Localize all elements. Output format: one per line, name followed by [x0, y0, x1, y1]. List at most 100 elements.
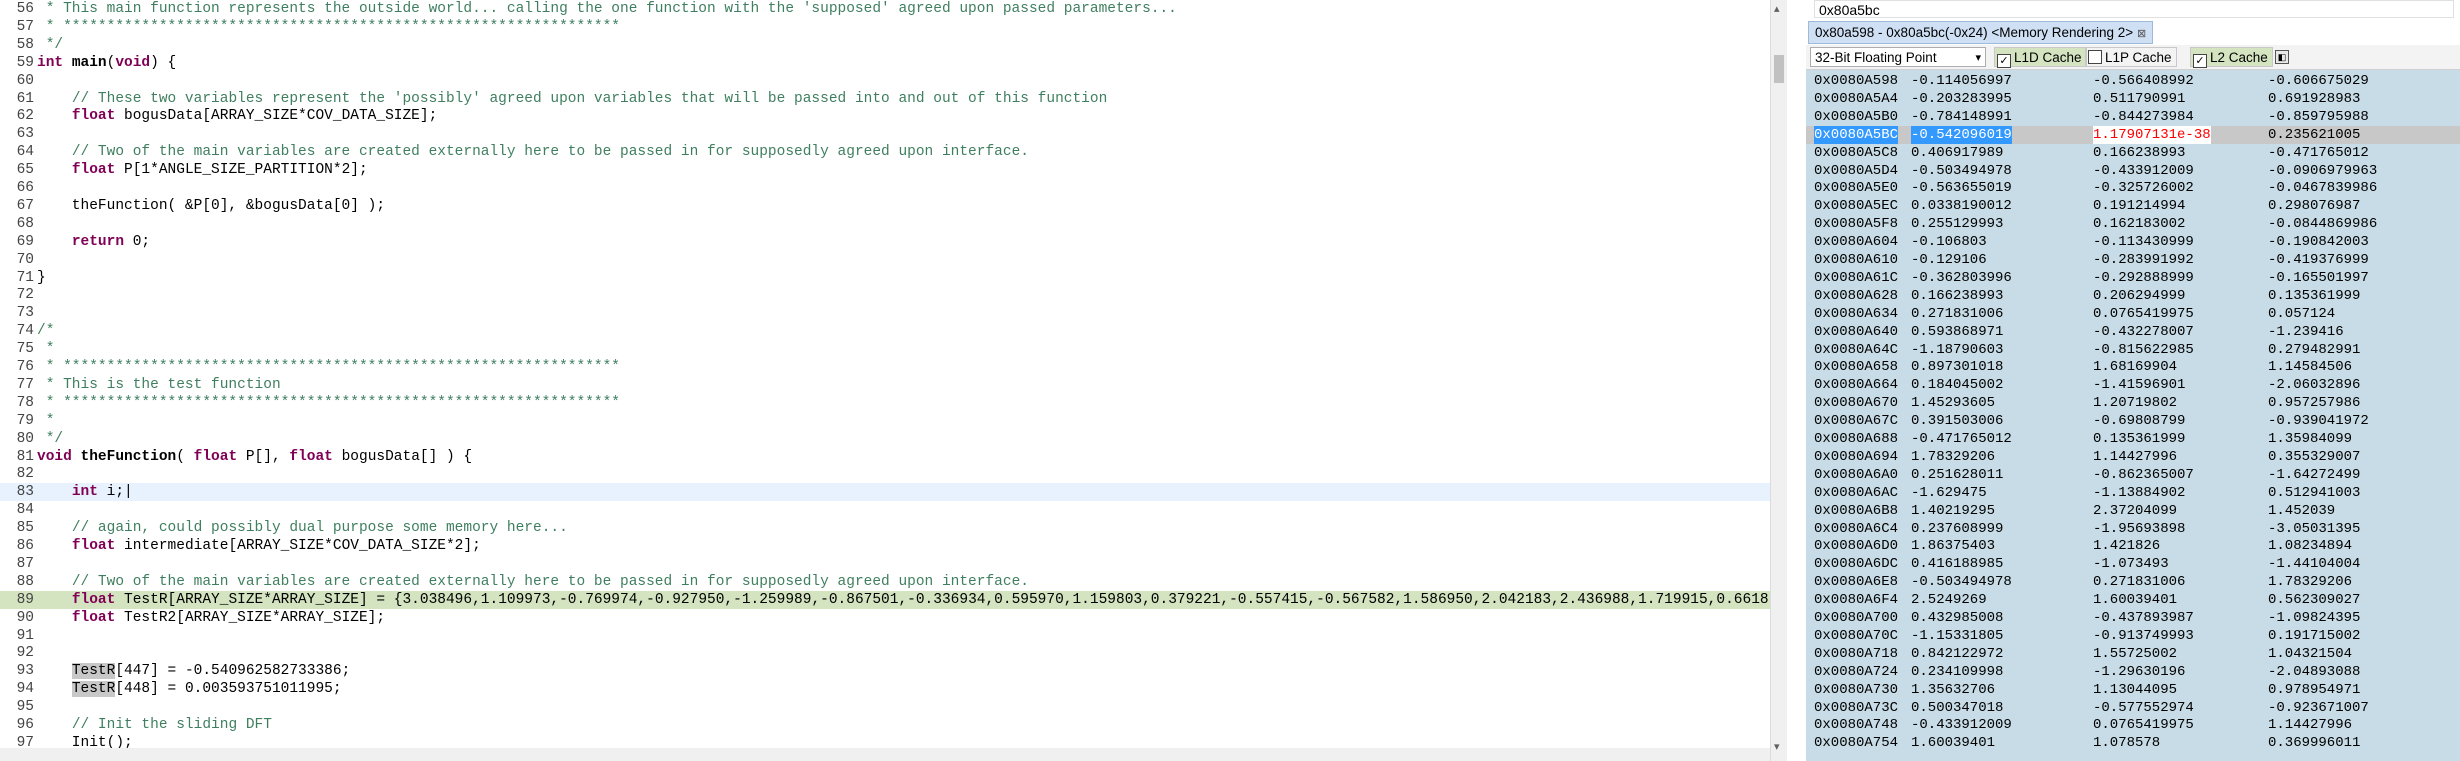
memory-value[interactable]: -3.05031395 [2268, 520, 2360, 538]
memory-value[interactable]: 0.562309027 [2268, 591, 2360, 609]
memory-row[interactable]: 0x0080A694 1.78329206 1.14427996 0.35532900… [1806, 448, 2460, 466]
memory-value[interactable]: -0.923671007 [2268, 699, 2369, 717]
memory-row[interactable]: 0x0080A604 -0.106803 -0.113430999 -0.190842… [1806, 233, 2460, 251]
code-text[interactable]: * **************************************… [37, 18, 620, 36]
memory-value[interactable]: -0.542096019 [1911, 125, 2012, 144]
memory-row[interactable]: 0x0080A5C8 0.406917989 0.166238993 -0.47176… [1806, 144, 2460, 162]
memory-value[interactable]: -1.15331805 [1911, 627, 2003, 645]
memory-row[interactable]: 0x0080A5F8 0.255129993 0.162183002 -0.08448… [1806, 215, 2460, 233]
memory-value[interactable]: 0.406917989 [1911, 144, 2003, 162]
memory-value[interactable]: -0.106803 [1911, 233, 1987, 251]
memory-value[interactable]: 0.251628011 [1911, 466, 2003, 484]
memory-value[interactable]: 1.40219295 [1911, 502, 1995, 520]
code-line[interactable]: 57 * ***********************************… [0, 18, 1770, 36]
memory-value[interactable]: 0.235621005 [2268, 126, 2360, 144]
memory-value[interactable]: -1.239416 [2268, 323, 2344, 341]
memory-value[interactable]: 0.279482991 [2268, 341, 2360, 359]
memory-row[interactable]: 0x0080A610 -0.129106 -0.283991992 -0.419376… [1806, 251, 2460, 269]
code-text[interactable]: float TestR[ARRAY_SIZE*ARRAY_SIZE] = {3.… [37, 591, 1769, 609]
memory-value[interactable]: 0.271831006 [2093, 573, 2185, 591]
memory-value[interactable]: 0.593868971 [1911, 323, 2003, 341]
scroll-down-icon[interactable]: ▾ [1774, 740, 1780, 753]
code-text[interactable]: * **************************************… [37, 394, 620, 412]
memory-row[interactable]: 0x0080A6C4 0.237608999 -1.95693898 -3.05031… [1806, 520, 2460, 538]
memory-value[interactable]: -1.41596901 [2093, 376, 2185, 394]
memory-value[interactable]: -0.815622985 [2093, 341, 2194, 359]
code-line[interactable]: 85 // again, could possibly dual purpose… [0, 519, 1770, 537]
code-text[interactable]: } [37, 269, 46, 287]
memory-value[interactable]: 0.432985008 [1911, 609, 2003, 627]
memory-value[interactable]: -0.862365007 [2093, 466, 2194, 484]
code-line[interactable]: 80 */ [0, 430, 1770, 448]
memory-row[interactable]: 0x0080A6AC -1.629475 -1.13884902 0.51294100… [1806, 484, 2460, 502]
memory-value[interactable]: -1.629475 [1911, 484, 1987, 502]
code-text[interactable]: theFunction( &P[0], &bogusData[0] ); [37, 197, 385, 215]
memory-value[interactable]: 0.191214994 [2093, 197, 2185, 215]
memory-value[interactable]: -0.433912009 [1911, 716, 2012, 734]
memory-value[interactable]: -0.203283995 [1911, 90, 2012, 108]
memory-value[interactable]: -0.913749993 [2093, 627, 2194, 645]
code-text[interactable]: * [37, 412, 55, 430]
memory-value[interactable]: -1.09824395 [2268, 609, 2360, 627]
memory-value[interactable]: -1.18790603 [1911, 341, 2003, 359]
memory-value[interactable]: 0.0765419975 [2093, 305, 2194, 323]
code-line[interactable]: 65 float P[1*ANGLE_SIZE_PARTITION*2]; [0, 161, 1770, 179]
memory-address-input[interactable]: 0x80a5bc [1814, 0, 2454, 18]
memory-row[interactable]: 0x0080A598 -0.114056997 -0.566408992 -0.606… [1806, 72, 2460, 90]
memory-value[interactable]: 0.369996011 [2268, 734, 2360, 752]
memory-value[interactable]: -1.29630196 [2093, 663, 2185, 681]
code-line[interactable]: 87 [0, 555, 1770, 573]
code-text[interactable]: // again, could possibly dual purpose so… [37, 519, 568, 537]
memory-grid[interactable]: 0x0080A598 -0.114056997 -0.566408992 -0.606… [1806, 70, 2460, 761]
code-line[interactable]: 60 [0, 72, 1770, 90]
memory-value[interactable]: 0.162183002 [2093, 215, 2185, 233]
memory-value[interactable]: 1.20719802 [2093, 394, 2177, 412]
memory-value[interactable]: -0.784148991 [1911, 108, 2012, 126]
memory-value[interactable]: 0.978954971 [2268, 681, 2360, 699]
memory-value[interactable]: -0.0906979963 [2268, 162, 2377, 180]
memory-value[interactable]: -2.04893088 [2268, 663, 2360, 681]
code-text[interactable]: * **************************************… [37, 358, 620, 376]
memory-value[interactable]: 0.355329007 [2268, 448, 2360, 466]
memory-value[interactable]: -0.69808799 [2093, 412, 2185, 430]
memory-value[interactable]: 0.0338190012 [1911, 197, 2012, 215]
code-line[interactable]: 67 theFunction( &P[0], &bogusData[0] ); [0, 197, 1770, 215]
memory-value[interactable]: 1.78329206 [2268, 573, 2352, 591]
memory-row[interactable]: 0x0080A61C -0.362803996 -0.292888999 -0.165… [1806, 269, 2460, 287]
code-text[interactable]: float intermediate[ARRAY_SIZE*COV_DATA_S… [37, 537, 481, 555]
memory-value[interactable]: 0.842122972 [1911, 645, 2003, 663]
code-text[interactable]: */ [37, 36, 63, 54]
memory-value[interactable]: -1.64272499 [2268, 466, 2360, 484]
memory-value[interactable]: 1.35632706 [1911, 681, 1995, 699]
memory-value[interactable]: 0.234109998 [1911, 663, 2003, 681]
code-text[interactable]: */ [37, 430, 63, 448]
memory-value[interactable]: -0.114056997 [1911, 72, 2012, 90]
code-editor[interactable]: 56 * This main function represents the o… [0, 0, 1770, 761]
memory-value[interactable]: 0.166238993 [1911, 287, 2003, 305]
code-line[interactable]: 68 [0, 215, 1770, 233]
memory-row[interactable]: 0x0080A5E0 -0.563655019 -0.325726002 -0.046… [1806, 179, 2460, 197]
memory-value[interactable]: -0.325726002 [2093, 179, 2194, 197]
memory-value[interactable]: -0.0467839986 [2268, 179, 2377, 197]
memory-value[interactable]: -0.283991992 [2093, 251, 2194, 269]
code-text[interactable]: // Two of the main variables are created… [37, 143, 1029, 161]
memory-value[interactable]: -0.577552974 [2093, 699, 2194, 717]
memory-value[interactable]: -0.606675029 [2268, 72, 2369, 90]
memory-value[interactable]: 0.057124 [2268, 305, 2335, 323]
memory-value[interactable]: -0.292888999 [2093, 269, 2194, 287]
memory-row[interactable]: 0x0080A6D0 1.86375403 1.421826 1.08234894 [1806, 537, 2460, 555]
memory-value[interactable]: 0.191715002 [2268, 627, 2360, 645]
memory-value[interactable]: 1.421826 [2093, 537, 2160, 555]
code-line[interactable]: 72 [0, 286, 1770, 304]
memory-value[interactable]: 0.271831006 [1911, 305, 2003, 323]
code-text[interactable]: TestR[447] = -0.540962582733386; [37, 662, 350, 680]
memory-value[interactable]: -0.471765012 [1911, 430, 2012, 448]
memory-value[interactable]: -1.073493 [2093, 555, 2169, 573]
code-line[interactable]: 77 * This is the test function [0, 376, 1770, 394]
code-line[interactable]: 81 void theFunction( float P[], float bog… [0, 448, 1770, 466]
memory-value[interactable]: -0.129106 [1911, 251, 1987, 269]
pin-icon[interactable]: ◧ [2275, 50, 2289, 64]
memory-row[interactable]: 0x0080A640 0.593868971 -0.432278007 -1.2394… [1806, 323, 2460, 341]
memory-value[interactable]: -0.190842003 [2268, 233, 2369, 251]
code-line[interactable]: 73 [0, 304, 1770, 322]
